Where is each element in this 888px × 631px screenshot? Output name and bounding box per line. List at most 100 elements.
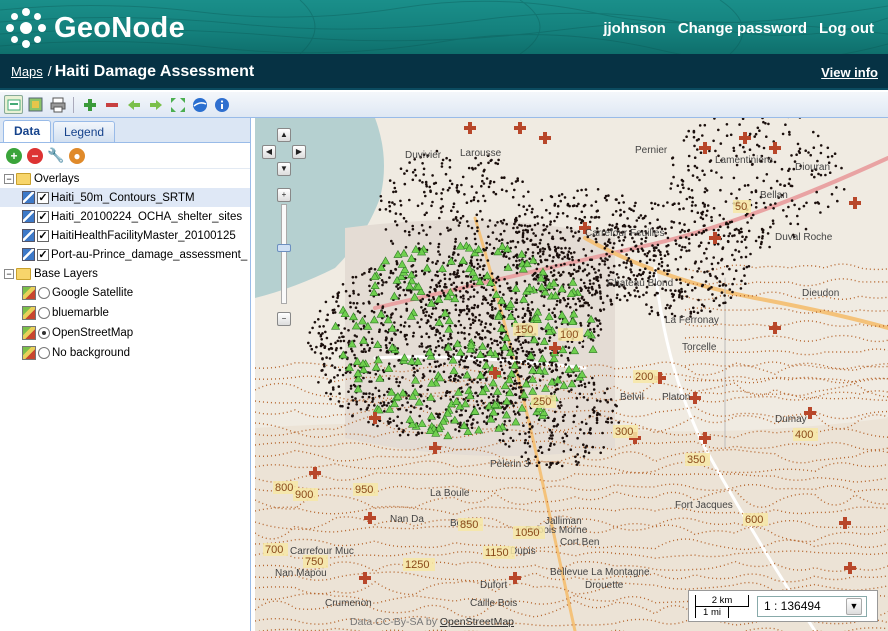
add-layer-button[interactable]: +: [6, 147, 22, 164]
tree-layer-health-facilities[interactable]: ✓ HaitiHealthFacilityMaster_20100125: [0, 226, 250, 245]
back-icon[interactable]: [124, 95, 143, 114]
damage-point: [431, 174, 434, 177]
damage-point: [699, 151, 703, 154]
damage-point: [505, 222, 508, 226]
damage-point: [815, 190, 818, 194]
zoom-in-icon[interactable]: [80, 95, 99, 114]
logout-link[interactable]: Log out: [819, 20, 874, 37]
zoom-minus-button[interactable]: −: [277, 312, 291, 326]
base-layer-radio[interactable]: [38, 327, 50, 339]
collapse-icon[interactable]: −: [4, 173, 14, 184]
layer-checkbox[interactable]: ✓: [37, 191, 49, 204]
damage-point: [392, 419, 395, 423]
layer-checkbox[interactable]: ✓: [37, 210, 49, 223]
damage-point: [349, 387, 353, 390]
damage-point: [703, 270, 706, 274]
damage-point: [349, 305, 352, 309]
zoom-extent-icon[interactable]: [168, 95, 187, 114]
damage-point: [423, 190, 426, 194]
zoom-track[interactable]: [281, 204, 287, 304]
tree-base-openstreetmap[interactable]: OpenStreetMap: [0, 323, 250, 343]
layer-label: OpenStreetMap: [52, 327, 134, 339]
damage-point: [417, 242, 420, 245]
print-icon[interactable]: [48, 95, 67, 114]
base-layer-radio[interactable]: [38, 347, 50, 359]
damage-point: [449, 375, 452, 378]
tree-base-google-satellite[interactable]: Google Satellite: [0, 283, 250, 303]
damage-point: [472, 198, 476, 202]
damage-point: [462, 294, 465, 297]
breadcrumb-maps-link[interactable]: Maps: [11, 64, 43, 79]
damage-point: [574, 217, 577, 220]
damage-point: [632, 274, 636, 277]
google-earth-icon[interactable]: [190, 95, 209, 114]
layer-styles-palette-icon[interactable]: ●: [69, 147, 85, 164]
damage-point: [455, 410, 458, 413]
damage-point: [671, 163, 675, 167]
damage-point: [383, 393, 386, 397]
base-layer-radio[interactable]: [38, 307, 50, 319]
base-layer-radio[interactable]: [38, 287, 50, 299]
damage-point: [615, 222, 619, 226]
damage-point: [684, 267, 688, 271]
damage-point: [472, 418, 475, 421]
tree-folder-base-layers[interactable]: − Base Layers: [0, 264, 250, 283]
tree-layer-damage-assessment[interactable]: ✓ Port-au-Prince_damage_assessment_: [0, 245, 250, 264]
tab-data[interactable]: Data: [3, 120, 52, 142]
remove-layer-button[interactable]: −: [27, 147, 43, 164]
place-label: Duval Roche: [775, 232, 833, 243]
damage-point: [528, 427, 532, 431]
damage-point: [787, 205, 790, 209]
damage-point: [522, 320, 526, 323]
map-canvas[interactable]: Duvivier Larousse PernierLamentinièreBella…: [255, 118, 888, 631]
map-viewport[interactable]: Duvivier Larousse Pernier Lamentinière Bella…: [255, 118, 888, 631]
tab-legend[interactable]: Legend: [53, 121, 116, 142]
tree-layer-contours[interactable]: ✓ Haiti_50m_Contours_SRTM: [0, 188, 250, 207]
zoom-plus-button[interactable]: +: [277, 188, 291, 202]
add-layer-icon[interactable]: [26, 95, 45, 114]
osm-attribution-link[interactable]: OpenStreetMap: [440, 616, 514, 628]
pan-left-icon[interactable]: ◀: [262, 145, 276, 159]
damage-point: [377, 281, 380, 285]
pan-down-icon[interactable]: ▼: [277, 162, 291, 176]
change-password-link[interactable]: Change password: [678, 20, 807, 37]
damage-point: [677, 202, 681, 205]
scale-select[interactable]: 1 : 136494 ▼: [757, 595, 867, 617]
damage-point: [348, 294, 352, 298]
damage-point: [469, 295, 472, 299]
damage-point: [524, 438, 527, 442]
layers-icon[interactable]: [4, 95, 23, 114]
damage-point: [500, 351, 504, 354]
view-info-link[interactable]: View info: [821, 65, 878, 80]
damage-point: [738, 143, 742, 147]
damage-point: [718, 284, 721, 288]
damage-point: [468, 317, 471, 321]
layer-checkbox[interactable]: ✓: [37, 229, 49, 242]
forward-icon[interactable]: [146, 95, 165, 114]
damage-point: [439, 363, 442, 367]
layer-checkbox[interactable]: ✓: [37, 248, 49, 261]
damage-point: [746, 221, 749, 224]
tree-base-no-background[interactable]: No background: [0, 343, 250, 363]
tree-folder-overlays[interactable]: − Overlays: [0, 169, 250, 188]
damage-point: [508, 419, 511, 423]
damage-point: [582, 281, 586, 285]
damage-point: [465, 312, 469, 316]
zoom-out-icon[interactable]: [102, 95, 121, 114]
damage-point: [739, 227, 743, 231]
damage-point: [421, 181, 424, 184]
tree-layer-shelter-sites[interactable]: ✓ Haiti_20100224_OCHA_shelter_sites: [0, 207, 250, 226]
username-link[interactable]: jjohnson: [603, 20, 666, 37]
zoom-thumb[interactable]: [277, 244, 291, 252]
damage-point: [382, 401, 386, 404]
pan-up-icon[interactable]: ▲: [277, 128, 291, 142]
damage-point: [479, 323, 483, 326]
tree-base-bluemarble[interactable]: bluemarble: [0, 303, 250, 323]
layer-properties-wrench-icon[interactable]: 🔧: [47, 147, 64, 164]
chevron-down-icon[interactable]: ▼: [846, 597, 862, 615]
geonode-logo[interactable]: GeoNode: [6, 8, 185, 48]
info-icon[interactable]: [212, 95, 231, 114]
damage-point: [409, 404, 413, 408]
collapse-icon[interactable]: −: [4, 268, 14, 279]
pan-right-icon[interactable]: ▶: [292, 145, 306, 159]
